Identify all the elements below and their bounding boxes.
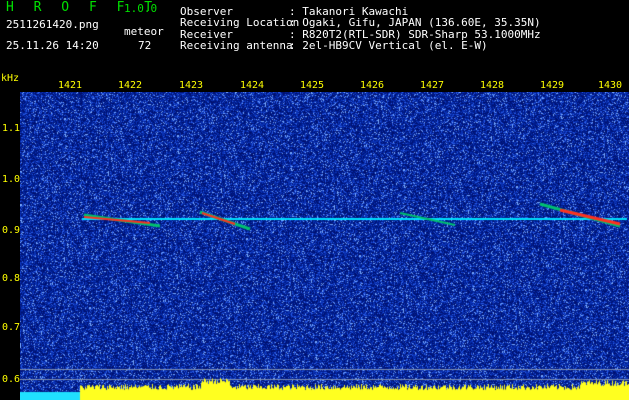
x-tick-1421: 1421 — [58, 80, 83, 91]
x-tick-1425: 1425 — [300, 80, 325, 91]
y-tick-1-1: 1.1 — [2, 123, 21, 134]
x-tick-1427: 1427 — [420, 80, 445, 91]
y-tick-0-9: 0.9 — [2, 225, 21, 236]
x-tick-1429: 1429 — [540, 80, 565, 91]
info-label-antenna: Receiving antenna — [180, 39, 293, 52]
y-axis-unit: kHz — [1, 73, 20, 84]
meteor-count: 72 — [138, 39, 152, 52]
info-value-antenna: : 2el-HB9CV Vertical (el. E-W) — [289, 39, 488, 52]
info-value-location: : Ogaki, Gifu, JAPAN (136.60E, 35.35N) — [289, 16, 541, 29]
file-name: 2511261420.png — [6, 18, 99, 31]
spectrogram-canvas — [20, 92, 629, 400]
x-tick-1426: 1426 — [360, 80, 385, 91]
y-tick-0-6: 0.6 — [2, 374, 21, 385]
y-tick-0-7: 0.7 — [2, 322, 21, 333]
x-tick-1423: 1423 — [179, 80, 204, 91]
y-tick-0-8: 0.8 — [2, 273, 21, 284]
x-tick-1430: 1430 — [598, 80, 623, 91]
x-tick-1422: 1422 — [118, 80, 143, 91]
x-tick-1424: 1424 — [240, 80, 265, 91]
x-tick-1428: 1428 — [480, 80, 505, 91]
info-label-location: Receiving Location — [180, 16, 300, 29]
app-version: 1.0.0 — [124, 2, 158, 15]
y-tick-1-0: 1.0 — [2, 174, 21, 185]
date-time: 25.11.26 14:20 — [6, 39, 99, 52]
meteor-label: meteor — [124, 25, 164, 38]
